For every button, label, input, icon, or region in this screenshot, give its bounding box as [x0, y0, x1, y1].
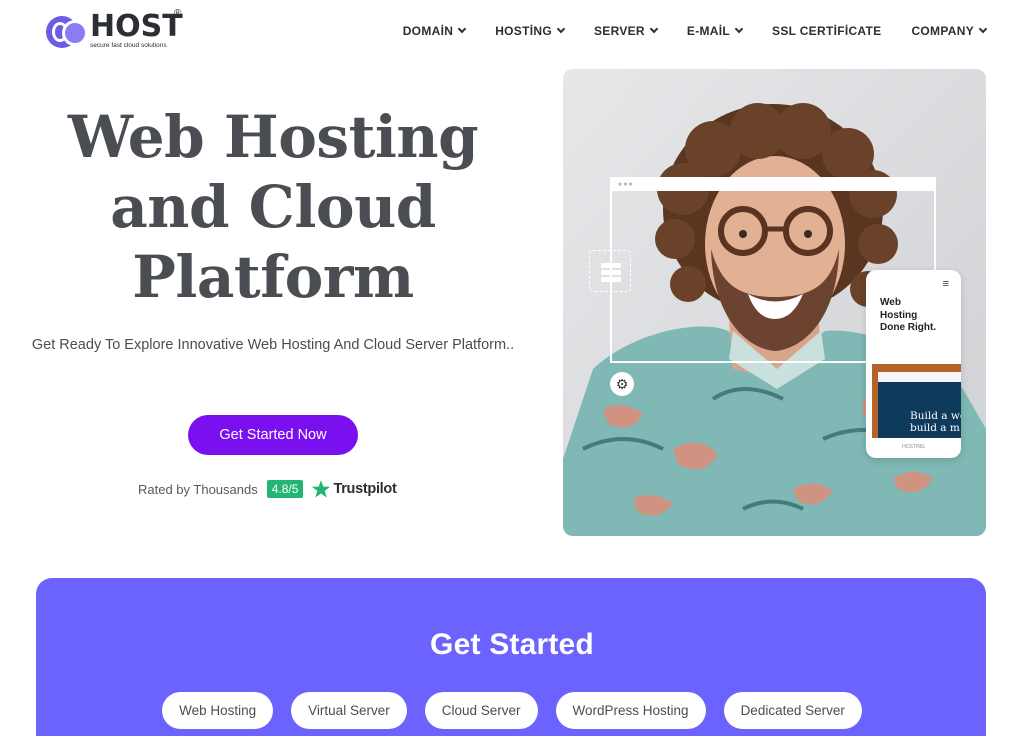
hero-title-line: and Cloud: [110, 173, 436, 241]
server-icon: [589, 250, 631, 292]
main-nav: DOMAİN HOSTİNG SERVER E-MAİL SSL CERTİFİ…: [373, 24, 988, 38]
chevron-down-icon: [649, 24, 659, 34]
nav-label: COMPANY: [911, 24, 974, 38]
phone-screen-text: Build a we build a m: [910, 410, 961, 434]
chevron-down-icon: [556, 24, 566, 34]
hero-title: Web Hosting and Cloud Platform: [40, 102, 506, 312]
chevron-down-icon: [457, 24, 467, 34]
option-web-hosting[interactable]: Web Hosting: [162, 692, 274, 729]
gear-icon: ⚙: [610, 372, 634, 396]
chevron-down-icon: [978, 24, 988, 34]
hero-title-line: Platform: [132, 243, 414, 311]
window-dots-icon: ●●●: [618, 181, 634, 188]
nav-label: HOSTİNG: [495, 24, 552, 38]
service-options: Web Hosting Virtual Server Cloud Server …: [0, 692, 1024, 729]
hamburger-menu-icon: ≡: [942, 278, 949, 290]
rating-row: Rated by Thousands 4.8/5 Trustpilot: [138, 478, 397, 500]
get-started-now-button[interactable]: Get Started Now: [188, 415, 358, 455]
phone-footer-label: HOSTING: [902, 444, 925, 450]
get-started-title: Get Started: [430, 628, 594, 661]
option-virtual-server[interactable]: Virtual Server: [291, 692, 407, 729]
phone-screen-line: Build a we: [910, 410, 961, 422]
logo-icon: [44, 12, 88, 52]
chevron-down-icon: [734, 24, 744, 34]
nav-item-company[interactable]: COMPANY: [911, 24, 988, 38]
nav-label: SSL CERTİFİCATE: [772, 24, 882, 38]
hero-subtitle: Get Ready To Explore Innovative Web Host…: [31, 337, 515, 353]
phone-screen-line: build a m: [910, 422, 960, 434]
phone-title: Web Hosting Done Right.: [880, 297, 937, 333]
browser-title-bar: ●●●: [612, 179, 934, 191]
option-cloud-server[interactable]: Cloud Server: [424, 692, 538, 729]
hero-image: ●●● ⚙ ≡ Web Hosting Done Right. Build a …: [563, 69, 986, 536]
nav-item-email[interactable]: E-MAİL: [686, 24, 744, 38]
rating-text: Rated by Thousands: [138, 481, 258, 497]
nav-item-ssl-certificate[interactable]: SSL CERTİFİCATE: [772, 24, 881, 38]
logo-wordmark: HOST: [90, 9, 183, 44]
phone-mockup: ≡ Web Hosting Done Right. Build a we bui…: [866, 270, 961, 458]
nav-label: DOMAİN: [402, 24, 454, 38]
site-header: HOST secure fast cloud solutions ® DOMAİ…: [0, 0, 1024, 68]
nav-label: SERVER: [593, 24, 645, 38]
trustpilot-logo-text[interactable]: Trustpilot: [333, 481, 396, 497]
nav-item-server[interactable]: SERVER: [593, 24, 659, 38]
nav-item-domain[interactable]: DOMAİN: [402, 24, 467, 38]
nav-label: E-MAİL: [686, 24, 731, 38]
option-dedicated-server[interactable]: Dedicated Server: [723, 692, 862, 729]
trustpilot-star-icon: [312, 480, 331, 498]
option-wordpress-hosting[interactable]: WordPress Hosting: [555, 692, 706, 729]
rating-score-badge: 4.8/5: [266, 480, 304, 498]
logo-text: HOST secure fast cloud solutions: [90, 9, 183, 50]
hero-title-line: Web Hosting: [67, 103, 479, 171]
nav-item-hosting[interactable]: HOSTİNG: [495, 24, 566, 38]
logo[interactable]: HOST secure fast cloud solutions ®: [44, 8, 194, 54]
registered-mark: ®: [174, 8, 182, 19]
